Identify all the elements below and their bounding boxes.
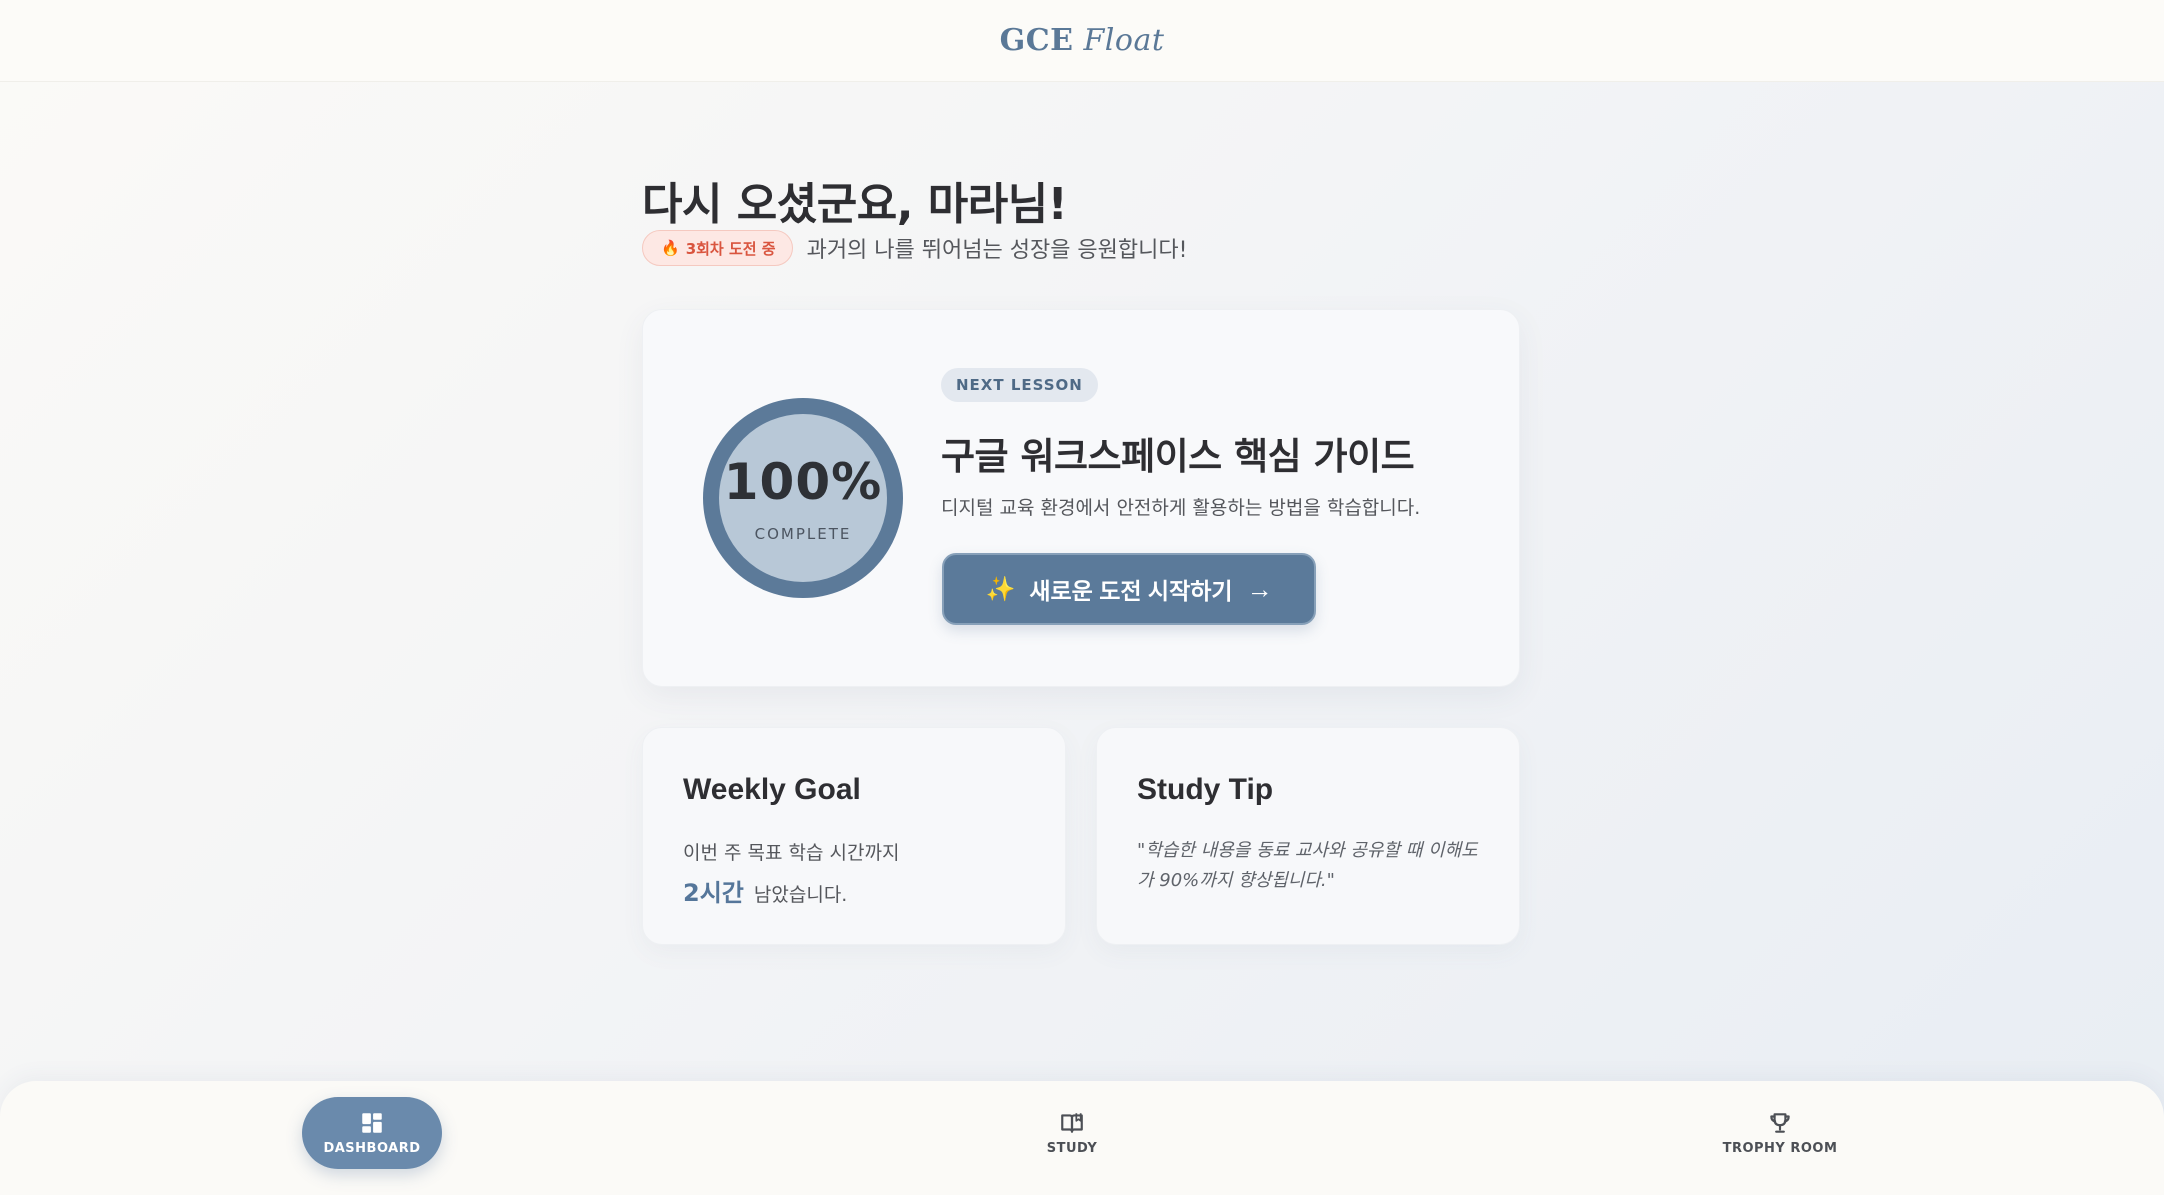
weekly-goal-hours: 2시간 (683, 879, 744, 907)
lesson-description: 디지털 교육 환경에서 안전하게 활용하는 방법을 학습합니다. (941, 497, 1421, 519)
weekly-goal-remaining: 2시간 남았습니다. (683, 873, 847, 908)
study-tip-text: "학습한 내용을 동료 교사와 공유할 때 이해도가 90%까지 향상됩니다." (1137, 840, 1478, 891)
progress-value: 100% (723, 453, 883, 511)
start-challenge-button[interactable]: ✨ 새로운 도전 시작하기 → (942, 553, 1316, 625)
weekly-goal-text: 이번 주 목표 학습 시간까지 (683, 842, 900, 864)
streak-badge: 🔥 3회차 도전 중 (642, 230, 793, 266)
weekly-goal-heading: Weekly Goal (683, 773, 861, 806)
greeting-subline: 🔥 3회차 도전 중 과거의 나를 뛰어넘는 성장을 응원합니다! (642, 230, 1187, 266)
brand-suffix: Float (1083, 23, 1165, 58)
nav-item-trophy-room[interactable]: TROPHY ROOM (1710, 1097, 1850, 1169)
progress-ring: 100% COMPLETE (703, 398, 903, 598)
weekly-goal-card: Weekly Goal 이번 주 목표 학습 시간까지 2시간 남았습니다. (642, 727, 1066, 945)
weekly-goal-suffix: 남았습니다. (753, 884, 848, 906)
greeting-subtitle: 과거의 나를 뛰어넘는 성장을 응원합니다! (806, 238, 1188, 263)
nav-label-trophy-room: TROPHY ROOM (1722, 1141, 1838, 1156)
next-lesson-card: 100% COMPLETE NEXT LESSON 구글 워크스페이스 핵심 가… (642, 309, 1520, 687)
sparkle-icon: ✨ (985, 575, 1016, 603)
nav-label-dashboard: DASHBOARD (323, 1141, 421, 1156)
streak-badge-label: 3회차 도전 중 (685, 239, 776, 258)
progress-label: COMPLETE (754, 525, 852, 543)
fire-icon: 🔥 (661, 239, 680, 257)
start-challenge-label: 새로운 도전 시작하기 (1029, 578, 1233, 604)
trophy-icon (1770, 1113, 1790, 1133)
bottom-nav: DASHBOARD STUDY TROPHY ROOM (0, 1081, 2164, 1195)
study-tip-card: Study Tip "학습한 내용을 동료 교사와 공유할 때 이해도가 90%… (1096, 727, 1520, 945)
greeting-title: 다시 오셨군요, 마라님! (642, 179, 1068, 230)
progress-ring-inner: 100% COMPLETE (719, 414, 887, 582)
app-header: GCE Float (0, 0, 2164, 82)
nav-item-dashboard[interactable]: DASHBOARD (302, 1097, 442, 1169)
next-lesson-tag: NEXT LESSON (941, 368, 1098, 402)
arrow-right-icon: → (1246, 573, 1273, 604)
dashboard-icon (362, 1113, 382, 1133)
brand-logo[interactable]: GCE Float (1000, 23, 1165, 58)
study-tip-heading: Study Tip (1137, 773, 1274, 806)
nav-label-study: STUDY (1046, 1141, 1098, 1156)
lesson-title: 구글 워크스페이스 핵심 가이드 (941, 435, 1415, 478)
nav-item-study[interactable]: STUDY (1002, 1097, 1142, 1169)
brand-name: GCE (999, 23, 1074, 58)
book-icon (1061, 1113, 1083, 1133)
